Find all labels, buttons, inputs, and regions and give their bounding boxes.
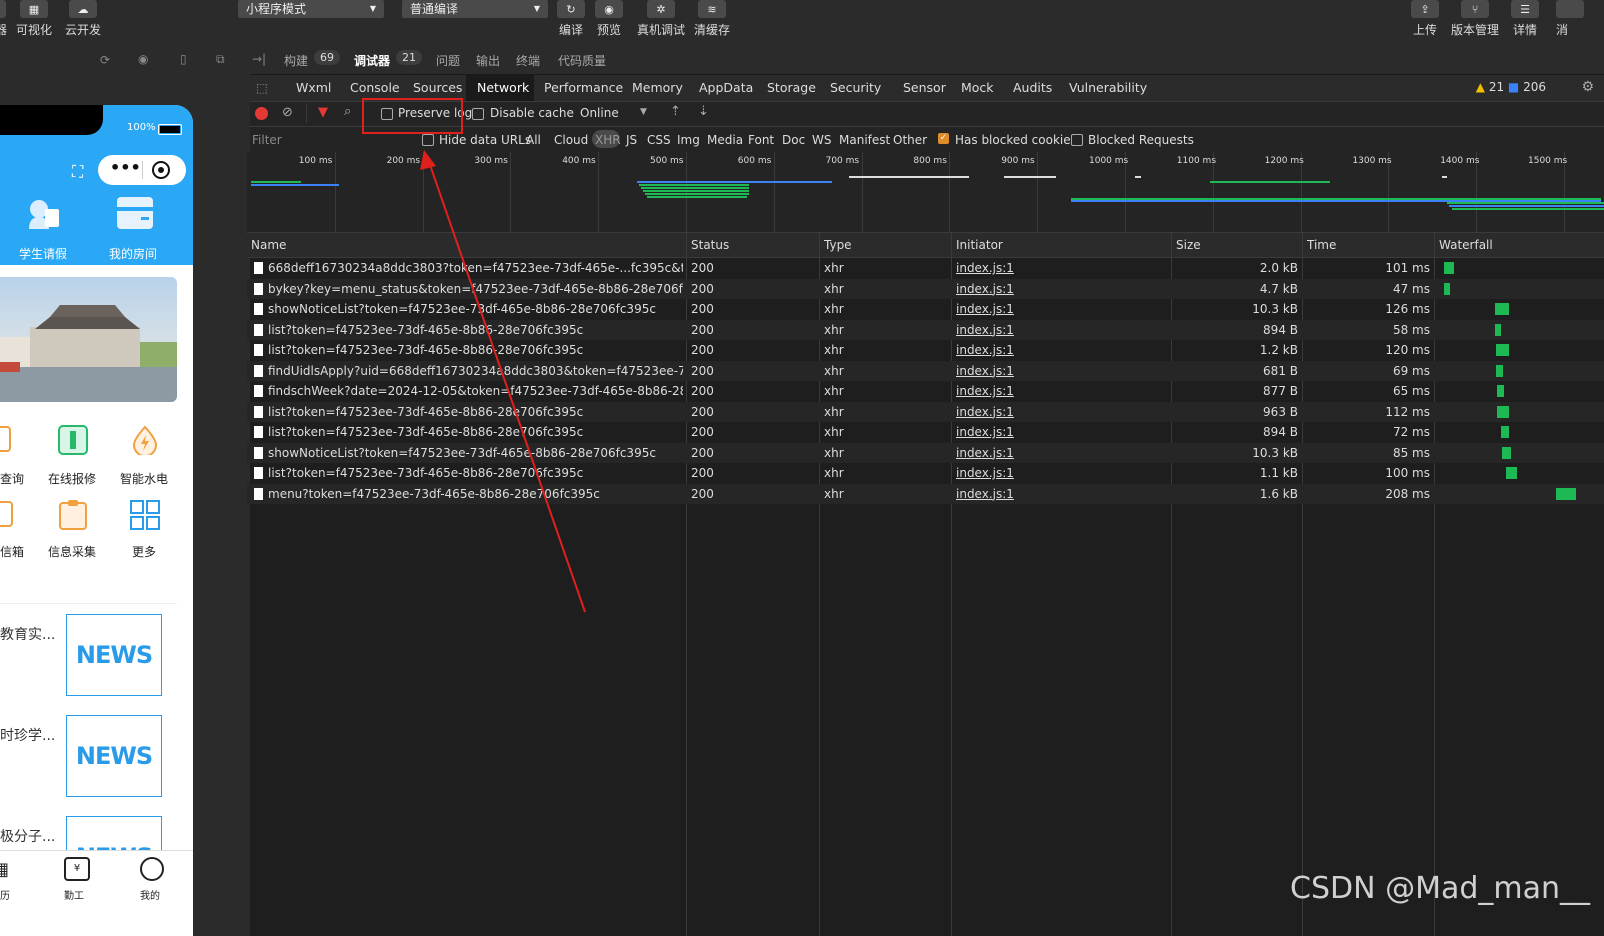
csdn-watermark: CSDN @Mad_man__ [1290, 871, 1590, 906]
annotation-arrow [420, 150, 586, 613]
